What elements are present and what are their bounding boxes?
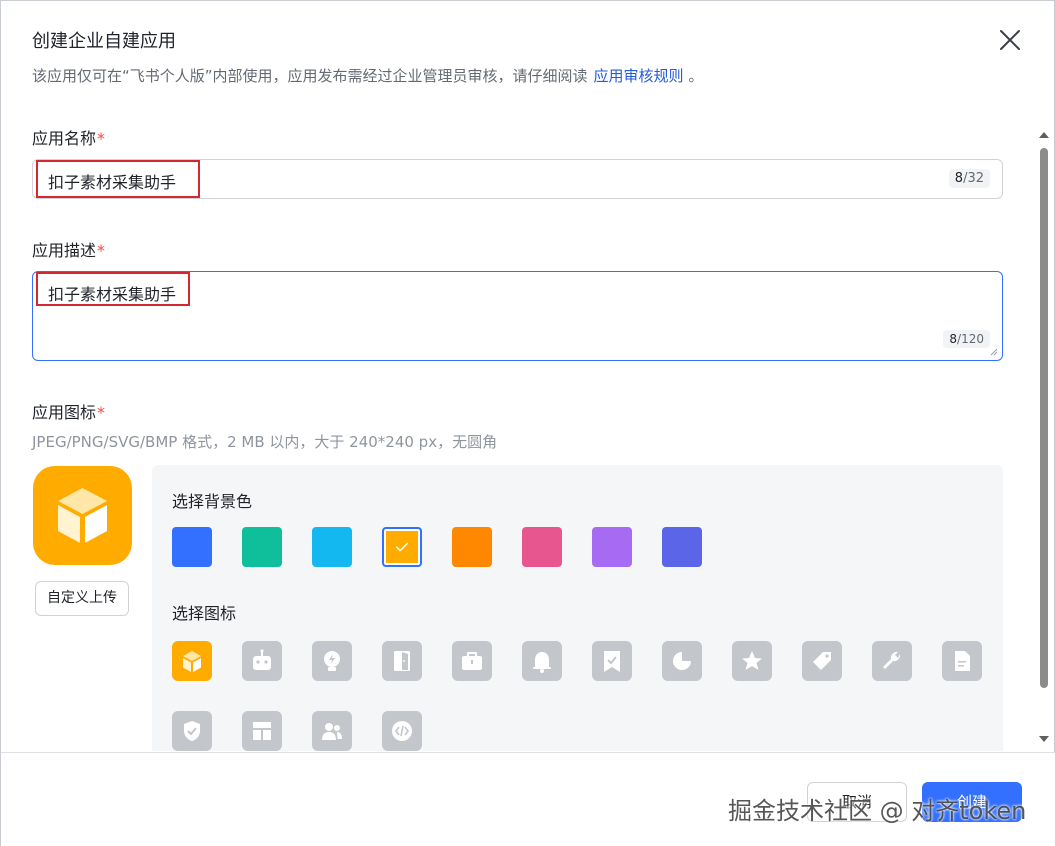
code-icon <box>392 721 412 741</box>
bg-color-title: 选择背景色 <box>172 492 253 511</box>
color-swatch[interactable] <box>592 527 632 567</box>
desc-char-counter: 8/120 <box>943 330 990 348</box>
icon-option[interactable] <box>732 641 772 681</box>
tag-icon <box>813 652 831 670</box>
required-mark: * <box>97 403 106 422</box>
color-swatch[interactable] <box>312 527 352 567</box>
icon-option[interactable] <box>662 641 702 681</box>
close-icon[interactable] <box>997 27 1023 53</box>
icon-option[interactable] <box>872 641 912 681</box>
icon-option[interactable] <box>312 641 352 681</box>
bookmark-check-icon <box>604 651 620 672</box>
review-rules-link[interactable]: 应用审核规则 <box>594 67 684 85</box>
box-icon <box>58 488 107 543</box>
app-icon-preview <box>33 466 132 565</box>
required-mark: * <box>97 129 106 148</box>
briefcase-icon <box>462 652 482 670</box>
required-mark: * <box>97 241 106 260</box>
subtitle-text: 该应用仅可在“飞书个人版”内部使用，应用发布需经过企业管理员审核，请仔细阅读 <box>32 67 588 85</box>
icon-option[interactable] <box>802 641 842 681</box>
scroll-thumb[interactable] <box>1040 148 1048 688</box>
resize-handle-icon[interactable] <box>990 348 998 356</box>
icon-option[interactable] <box>172 641 212 681</box>
icon-option[interactable] <box>242 711 282 751</box>
bulb-icon <box>324 651 340 671</box>
icon-option[interactable] <box>312 711 352 751</box>
color-swatch[interactable] <box>382 527 422 567</box>
icon-option[interactable] <box>382 711 422 751</box>
color-swatch[interactable] <box>242 527 282 567</box>
icon-option[interactable] <box>522 641 562 681</box>
icon-option[interactable] <box>942 641 982 681</box>
shield-check-icon <box>184 721 200 741</box>
desc-label: 应用描述* <box>32 237 105 261</box>
scroll-down-arrow-icon[interactable] <box>1039 736 1049 742</box>
desc-label-text: 应用描述 <box>32 241 97 260</box>
scroll-up-arrow-icon[interactable] <box>1039 132 1049 138</box>
icon-label-text: 应用图标 <box>32 403 97 422</box>
icon-format-hint: JPEG/PNG/SVG/BMP 格式，2 MB 以内，大于 240*240 p… <box>32 433 498 451</box>
bell-icon <box>533 652 551 673</box>
color-swatch[interactable] <box>172 527 212 567</box>
name-label: 应用名称* <box>32 125 105 149</box>
dialog-subtitle: 该应用仅可在“飞书个人版”内部使用，应用发布需经过企业管理员审核，请仔细阅读 应用… <box>32 65 703 86</box>
color-swatch[interactable] <box>452 527 492 567</box>
name-label-text: 应用名称 <box>32 129 97 148</box>
star-icon <box>742 651 762 670</box>
create-app-dialog: 创建企业自建应用 该应用仅可在“飞书个人版”内部使用，应用发布需经过企业管理员审… <box>0 0 1055 846</box>
custom-upload-button[interactable]: 自定义上传 <box>35 581 129 616</box>
icon-choice-title: 选择图标 <box>172 604 237 623</box>
icon-option[interactable] <box>592 641 632 681</box>
highlight-box <box>36 160 200 198</box>
subtitle-end: 。 <box>688 67 704 85</box>
layout-icon <box>253 722 271 740</box>
box-icon <box>183 651 201 672</box>
door-icon <box>394 651 410 671</box>
icon-option[interactable] <box>382 641 422 681</box>
check-icon <box>395 542 409 552</box>
color-swatch[interactable] <box>522 527 562 567</box>
users-icon <box>322 723 342 740</box>
icon-label: 应用图标* <box>32 399 105 423</box>
color-swatch[interactable] <box>662 527 702 567</box>
watermark: 掘金技术社区 @ 对齐token <box>728 797 1027 825</box>
robot-icon <box>253 649 271 670</box>
scrollbar[interactable] <box>1036 126 1050 746</box>
document-icon <box>955 651 970 671</box>
pie-icon <box>673 652 691 670</box>
icon-picker-panel: 选择背景色 选择图标 <box>152 465 1003 751</box>
form-body: 应用名称* 扣子素材采集助手 8/32 应用描述* 扣子素材采集助手 8/120… <box>1 111 1055 751</box>
name-char-counter: 8/32 <box>948 169 990 188</box>
icon-option[interactable] <box>452 641 492 681</box>
icon-option[interactable] <box>172 711 212 751</box>
icon-option[interactable] <box>242 641 282 681</box>
wrench-icon <box>883 651 901 669</box>
dialog-title: 创建企业自建应用 <box>32 31 176 52</box>
highlight-box <box>36 272 190 306</box>
